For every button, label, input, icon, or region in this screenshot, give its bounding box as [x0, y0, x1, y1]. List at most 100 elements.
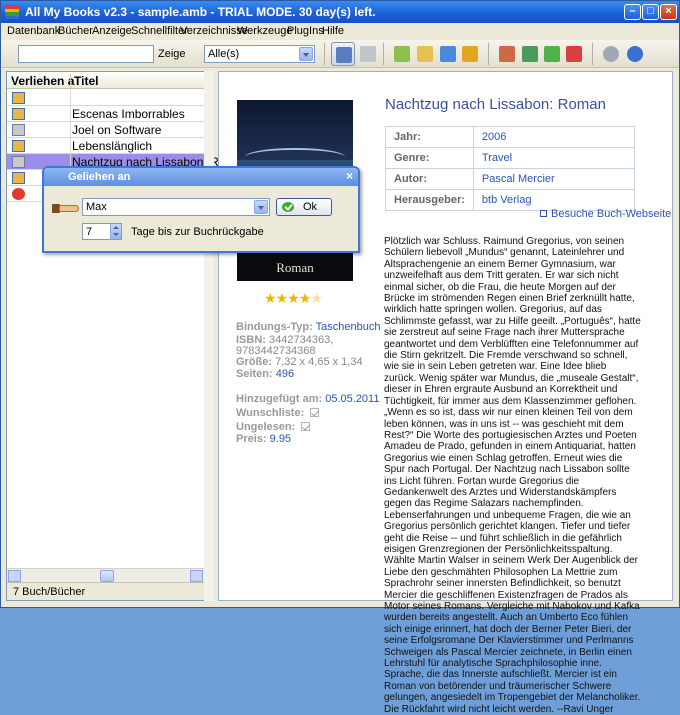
menu-buecher[interactable]: Bücher: [58, 25, 93, 37]
external-link-icon: [540, 210, 547, 217]
add-book-button[interactable]: [390, 42, 414, 66]
cart-icon: [12, 124, 25, 136]
list-item[interactable]: Lebenslänglich: [7, 138, 204, 154]
book-title: Nachtzug nach Lissabon: Roman: [385, 96, 606, 113]
window-title: All My Books v2.3 - sample.amb - TRIAL M…: [25, 5, 376, 19]
days-label: Tage bis zur Buchrückgabe: [131, 226, 264, 238]
list-edit-button[interactable]: [495, 42, 519, 66]
wishlist-checkbox[interactable]: [310, 408, 320, 417]
list-item-title: Escenas Imborrables: [72, 107, 185, 121]
view-details-button[interactable]: [331, 42, 355, 66]
toolbar-separator: [383, 43, 384, 65]
view-details-icon: [336, 47, 352, 63]
view-books-button[interactable]: [356, 42, 380, 66]
column-header-lent[interactable]: Verliehen a: [11, 74, 74, 88]
list-item-title: Lebenslänglich: [72, 139, 153, 153]
book-icon: [12, 140, 25, 152]
key-button[interactable]: [458, 42, 482, 66]
list-add-button[interactable]: [518, 42, 542, 66]
info-key: Genre:: [385, 147, 474, 169]
unread-checkbox[interactable]: [301, 422, 311, 431]
toolbar-separator: [592, 43, 593, 65]
ok-button[interactable]: Ok: [276, 198, 332, 216]
menu-hilfe[interactable]: Hilfe: [322, 25, 344, 37]
minimize-button[interactable]: –: [624, 4, 641, 20]
star-icon: ★: [287, 290, 300, 306]
search-input[interactable]: [18, 45, 154, 63]
list-item[interactable]: Escenas Imborrables: [7, 106, 204, 122]
book-icon: [12, 172, 25, 184]
pages-label: Seiten:: [236, 368, 273, 380]
help-button[interactable]: [623, 42, 647, 66]
chevron-down-icon[interactable]: [254, 200, 268, 214]
star-icon: ★: [298, 290, 312, 306]
help-icon: [627, 46, 643, 62]
app-icon: [5, 5, 19, 19]
view-books-icon: [360, 46, 376, 62]
filter-select[interactable]: Alle(s): [204, 45, 315, 63]
lend-dialog-titlebar: Geliehen an ×: [44, 168, 358, 186]
list-edit-icon: [499, 46, 515, 62]
horizontal-scrollbar[interactable]: [7, 568, 204, 582]
added-label: Hinzugefügt am:: [236, 393, 323, 405]
binding-value[interactable]: Taschenbuch: [316, 321, 381, 333]
chevron-down-icon[interactable]: [299, 47, 313, 61]
days-value: 7: [86, 226, 93, 238]
close-button[interactable]: ×: [660, 4, 677, 20]
settings-button[interactable]: [599, 42, 623, 66]
star-rating[interactable]: ★★★★★: [264, 290, 323, 307]
wishlist-label: Wunschliste:: [236, 407, 305, 419]
spinner-icon[interactable]: [110, 224, 121, 239]
book-website-link[interactable]: Besuche Buch-Webseite: [540, 208, 671, 220]
book-website-label: Besuche Buch-Webseite: [551, 208, 672, 220]
menu-plugins[interactable]: PlugIns: [287, 25, 324, 37]
list-green-button[interactable]: [540, 42, 564, 66]
wishlist-row: Wunschliste:: [236, 407, 320, 419]
splitter[interactable]: [204, 71, 214, 601]
info-value[interactable]: Pascal Mercier: [472, 168, 636, 190]
menu-bar: Datenbank Bücher Anzeige Schnellfilter V…: [1, 23, 679, 40]
info-value[interactable]: 2006: [472, 126, 636, 148]
book-icon: [12, 92, 25, 104]
pages-value: 496: [275, 368, 295, 380]
title-bar: All My Books v2.3 - sample.amb - TRIAL M…: [1, 1, 679, 23]
book-count: 7 Buch/Bücher: [13, 586, 86, 598]
list-item[interactable]: [7, 90, 204, 106]
scroll-right-icon[interactable]: [190, 570, 203, 582]
info-row-author: Autor: Pascal Mercier: [385, 168, 636, 190]
lend-dialog: Geliehen an × Max Ok 7 Tage bis zur Buch…: [42, 166, 360, 253]
list-green-icon: [544, 46, 560, 62]
scroll-left-icon[interactable]: [8, 570, 21, 582]
list-item[interactable]: Joel on Software: [7, 122, 204, 138]
info-value[interactable]: Travel: [472, 147, 636, 169]
menu-werkzeuge[interactable]: Werkzeuge: [237, 25, 292, 37]
borrower-combobox[interactable]: Max: [82, 198, 270, 216]
cover-title: Roman: [276, 260, 314, 275]
column-header-title[interactable]: Titel: [70, 74, 98, 89]
main-window: All My Books v2.3 - sample.amb - TRIAL M…: [0, 0, 680, 715]
list-delete-icon: [566, 46, 582, 62]
search-online-button[interactable]: [436, 42, 460, 66]
price-label: Preis:: [236, 433, 267, 445]
binding-row: Bindungs-Typ: Taschenbuch: [236, 321, 380, 333]
search-online-icon: [440, 46, 456, 62]
scrollbar-thumb[interactable]: [100, 570, 114, 582]
star-icon: ★: [275, 290, 289, 306]
list-delete-button[interactable]: [562, 42, 586, 66]
unread-row: Ungelesen:: [236, 421, 311, 433]
menu-datenbank[interactable]: Datenbank: [7, 25, 60, 37]
maximize-button[interactable]: □: [642, 4, 659, 20]
show-label: Zeige: [158, 48, 186, 60]
days-stepper[interactable]: 7: [82, 223, 122, 240]
summary-paragraph: „Wenn es so ist, dass wir nur einen klei…: [384, 407, 637, 555]
info-key: Jahr:: [385, 126, 474, 148]
menu-anzeige[interactable]: Anzeige: [92, 25, 132, 37]
open-folder-button[interactable]: [413, 42, 437, 66]
settings-icon: [603, 46, 619, 62]
add-book-icon: [394, 46, 410, 62]
checkmark-icon: [282, 202, 294, 212]
borrower-value: Max: [86, 201, 107, 213]
close-icon[interactable]: ×: [346, 169, 353, 183]
lend-dialog-title: Geliehen an: [68, 171, 131, 183]
summary-paragraph: Plötzlich war Schluss. Raimund Gregorius…: [384, 236, 641, 407]
